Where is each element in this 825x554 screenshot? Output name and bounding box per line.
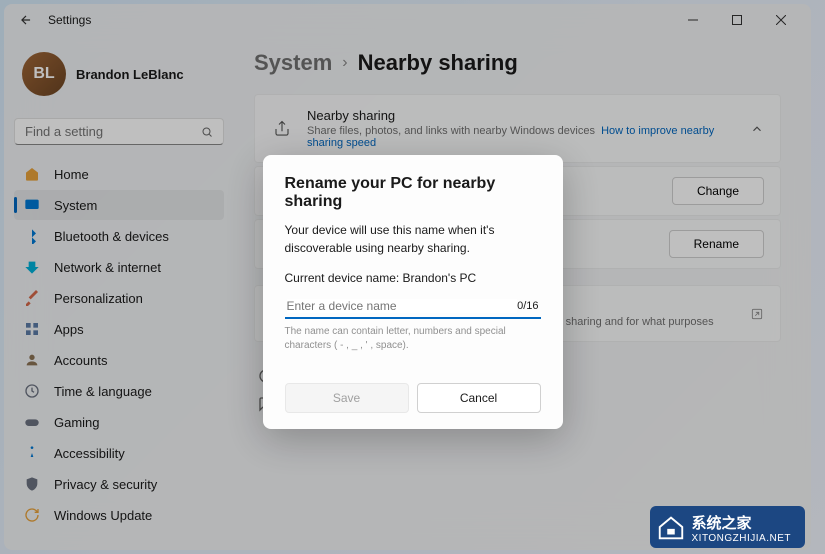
char-counter: 0/16 <box>517 300 538 312</box>
input-hint: The name can contain letter, numbers and… <box>285 325 541 353</box>
dialog-buttons: Save Cancel <box>285 383 541 413</box>
watermark-logo-icon <box>656 512 686 542</box>
rename-dialog: Rename your PC for nearby sharing Your d… <box>263 155 563 429</box>
save-button: Save <box>285 383 409 413</box>
cancel-button[interactable]: Cancel <box>417 383 541 413</box>
dialog-title: Rename your PC for nearby sharing <box>285 175 541 211</box>
device-name-field[interactable]: 0/16 <box>285 295 541 319</box>
device-name-input[interactable] <box>287 299 518 313</box>
watermark-url: XITONGZHIJIA.NET <box>692 533 792 544</box>
watermark-brand: 系统之家 <box>692 512 792 533</box>
dialog-description: Your device will use this name when it's… <box>285 221 541 257</box>
modal-overlay[interactable]: Rename your PC for nearby sharing Your d… <box>0 0 825 554</box>
watermark: 系统之家 XITONGZHIJIA.NET <box>650 506 806 548</box>
current-device-name: Current device name: Brandon's PC <box>285 271 541 285</box>
